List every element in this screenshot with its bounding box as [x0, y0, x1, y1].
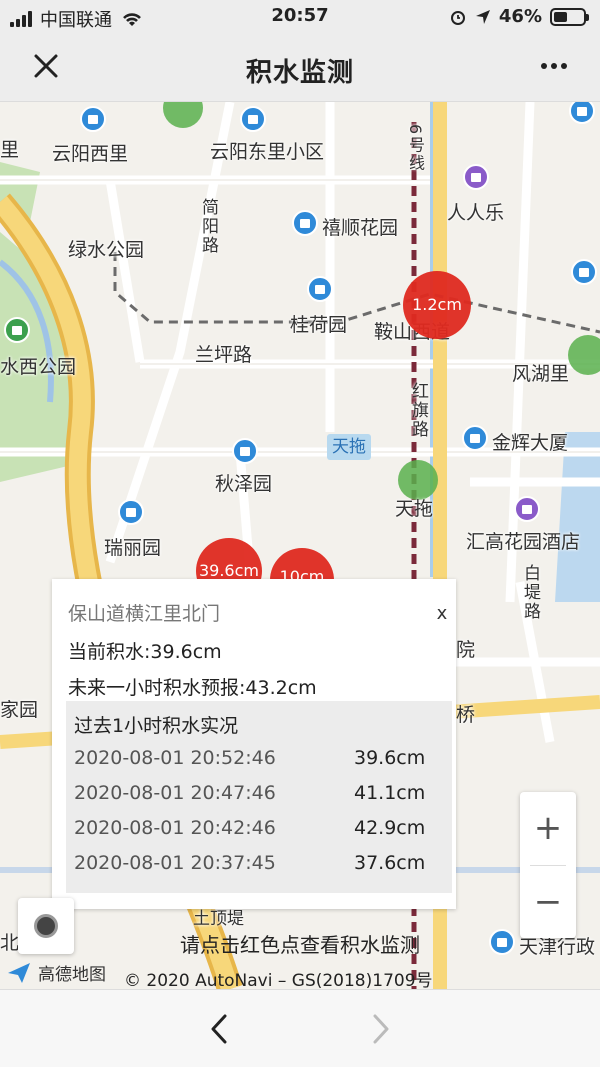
info-popup: 保山道横江里北门 x 当前积水:39.6cm 未来一小时积水预报:43.2cm …: [52, 579, 456, 909]
marker-label: 39.6cm: [198, 561, 259, 580]
forward-arrow-icon[interactable]: [365, 1012, 395, 1046]
history-time: 2020-08-01 20:37:45: [74, 852, 276, 874]
amap-arrow-icon: [8, 962, 30, 983]
page-title: 积水监测: [245, 58, 354, 88]
history-time: 2020-08-01 20:47:46: [74, 782, 276, 804]
history-time: 2020-08-01 20:42:46: [74, 817, 276, 839]
browser-bottom-bar: [0, 989, 600, 1067]
metro-station-icon: [568, 335, 600, 375]
map-label: 红旗路: [408, 382, 428, 439]
map-label: 秋泽园: [215, 473, 273, 495]
map-label: 水西公园: [0, 356, 77, 378]
map-label: 白堤路: [520, 564, 540, 621]
map-label: 风湖里: [512, 363, 570, 385]
building-icon: [462, 425, 488, 451]
history-panel: 过去1小时积水实况 2020-08-01 20:52:46 39.6cm 202…: [66, 701, 452, 893]
status-right: 46%: [449, 6, 589, 27]
map-label: 桂荷园: [290, 314, 348, 336]
map-label: 云阳西里: [52, 143, 129, 165]
logo-text: 高德地图: [38, 965, 106, 985]
building-icon: [292, 210, 318, 236]
zoom-out-button[interactable]: −: [520, 866, 576, 938]
history-value: 41.1cm: [354, 782, 426, 804]
map-label: 人人乐: [447, 202, 505, 224]
amap-logo: 高德地图: [6, 960, 106, 985]
history-value: 37.6cm: [354, 852, 426, 874]
map-label: 简阳路: [198, 198, 218, 255]
map-hint: 请点击红色点查看积水监测: [180, 933, 420, 957]
history-value: 42.9cm: [354, 817, 426, 839]
building-icon: [571, 259, 597, 285]
history-time: 2020-08-01 20:52:46: [74, 747, 276, 769]
more-icon[interactable]: [536, 48, 572, 84]
location-arrow-icon: [475, 9, 490, 24]
history-value: 39.6cm: [354, 747, 426, 769]
map-label: 瑞丽园: [104, 537, 162, 559]
building-icon: [240, 106, 266, 132]
building-icon: [118, 499, 144, 525]
map-tag: 天拖: [327, 434, 371, 460]
map-label: 禧顺花园: [322, 217, 399, 239]
map-label: 里: [0, 139, 20, 161]
water-level-marker[interactable]: 1.2cm: [403, 271, 471, 339]
map-label: 云阳东里小区: [210, 141, 325, 163]
building-icon: [80, 106, 106, 132]
map-label: 汇高花园酒店: [466, 531, 581, 553]
shopping-bag-icon: [463, 164, 489, 190]
history-title: 过去1小时积水实况: [74, 715, 239, 737]
map-label: 兰坪路: [195, 344, 253, 366]
alarm-icon: [450, 10, 465, 25]
popup-close-button[interactable]: x: [432, 603, 452, 624]
status-bar: 中国联通 20:57 46%: [0, 0, 600, 34]
marker-label: 1.2cm: [412, 295, 462, 314]
map-label: 绿水公园: [68, 239, 145, 261]
map-label: 6号线: [406, 124, 425, 173]
map-label: 金辉大厦: [492, 432, 569, 454]
map-label: 天拖: [395, 498, 434, 520]
map-label: 家园: [0, 699, 39, 721]
park-icon: [4, 317, 30, 343]
map-label: 桥: [456, 704, 476, 726]
nav-bar: 积水监测: [0, 34, 600, 102]
back-arrow-icon[interactable]: [205, 1012, 235, 1046]
building-icon: [307, 276, 333, 302]
forecast-water-level: 未来一小时积水预报:43.2cm: [68, 677, 317, 699]
battery-percent: 46%: [498, 6, 542, 27]
zoom-in-button[interactable]: +: [520, 792, 576, 864]
map-label: 院: [456, 639, 476, 661]
building-icon: [232, 438, 258, 464]
zoom-control: + −: [520, 792, 576, 938]
battery-icon: [550, 7, 589, 26]
current-water-level: 当前积水:39.6cm: [68, 641, 222, 663]
map-copyright: © 2020 AutoNavi – GS(2018)1709号: [124, 971, 433, 991]
hotel-icon: [514, 496, 540, 522]
popup-location: 保山道横江里北门: [68, 603, 221, 625]
